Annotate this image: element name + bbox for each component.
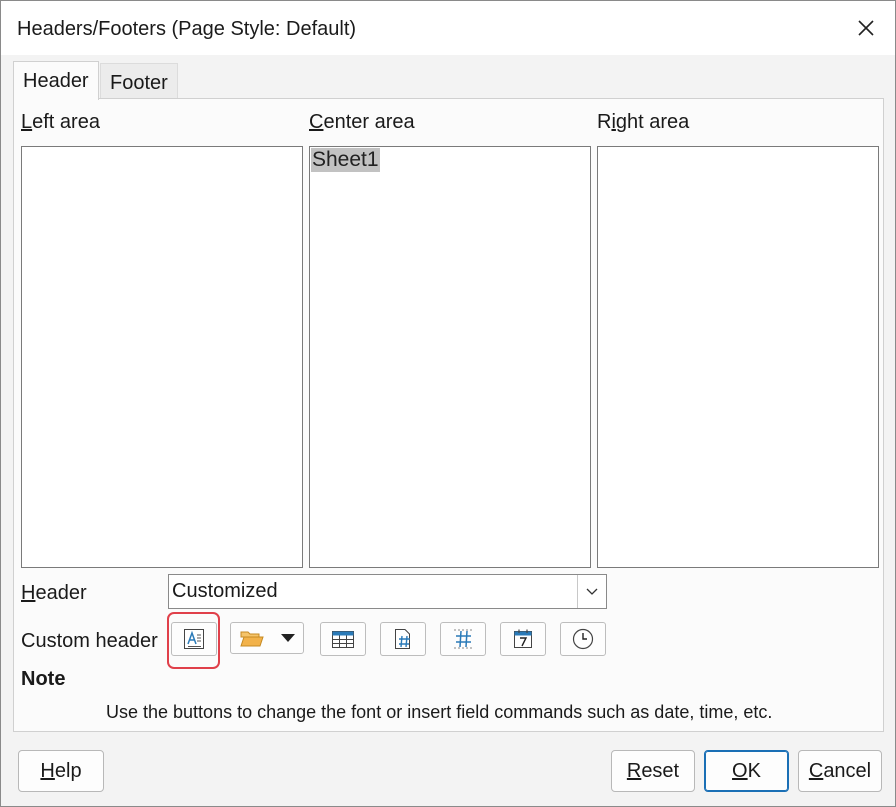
center-area-label: Center area [309,111,415,133]
chevron-down-icon [586,588,598,595]
close-button[interactable] [843,7,889,49]
text-attributes-button[interactable] [171,622,217,656]
center-area-editor[interactable]: Sheet1 [309,146,591,568]
insert-file-button[interactable] [230,622,304,654]
close-icon [858,20,874,36]
custom-header-label: Custom header [21,630,158,652]
left-area-editor[interactable] [21,146,303,568]
right-area-editor[interactable] [597,146,879,568]
note-text: Use the buttons to change the font or in… [106,702,773,722]
right-area-label: Right area [597,111,690,133]
open-folder-icon [240,631,264,647]
reset-button[interactable]: Reset [611,750,695,792]
tab-header[interactable]: Header [13,61,99,100]
dialog-title: Headers/Footers (Page Style: Default) [17,18,357,40]
date-button[interactable] [500,622,546,656]
left-area-label: Left area [21,111,100,133]
headers-footers-dialog: Headers/Footers (Page Style: Default) He… [0,0,896,807]
cancel-button[interactable]: Cancel [798,750,882,792]
tab-footer[interactable]: Footer [100,63,178,100]
sheet-name-button[interactable] [320,622,366,656]
page-number-button[interactable] [380,622,426,656]
dropdown-arrow-icon [281,634,295,642]
ok-button[interactable]: OK [704,750,789,792]
text-attributes-icon [184,629,204,649]
page-number-icon [395,629,410,649]
sheet-name-icon [332,631,354,648]
note-title: Note [21,668,66,690]
header-select[interactable]: Customized [168,574,607,609]
time-button[interactable] [560,622,606,656]
help-button[interactable]: Help [18,750,104,792]
header-label: Header [21,582,87,604]
header-select-toggle[interactable] [577,575,606,608]
date-icon [514,629,532,648]
title-bar: Headers/Footers (Page Style: Default) [1,1,895,55]
page-count-button[interactable] [440,622,486,656]
center-area-text: Sheet1 [311,148,380,172]
page-count-icon [454,629,472,649]
header-select-value: Customized [172,580,278,602]
time-icon [572,628,594,650]
